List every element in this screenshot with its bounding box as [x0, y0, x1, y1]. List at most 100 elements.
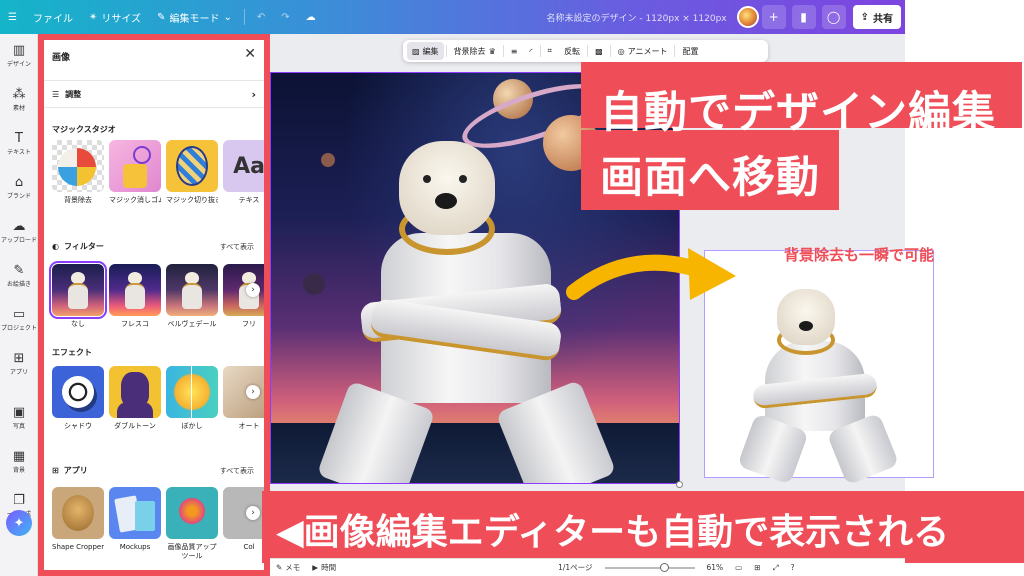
corner-icon: ◜ [529, 46, 533, 56]
bg-remove-tool[interactable]: 背景除去 [52, 140, 104, 205]
app-shape-cropper[interactable]: Shape Cropper [52, 487, 104, 561]
insights-button[interactable]: ▮ [791, 5, 816, 29]
bear-nose [435, 193, 457, 209]
chevron-down-icon: ⌄ [223, 11, 232, 23]
rail-item-background[interactable]: ▦ 背景 [0, 440, 38, 484]
flip-button[interactable]: 反転 [559, 42, 585, 60]
help-icon: ? [790, 563, 795, 572]
effect-duotone[interactable]: ダブルトーン [109, 366, 161, 431]
effect-label: シャドウ [64, 422, 92, 430]
chevron-right-icon: › [251, 87, 256, 101]
magic-assistant-button[interactable]: ✦ [6, 510, 32, 536]
effects-title: エフェクト [52, 348, 92, 357]
file-menu[interactable]: ファイル [25, 0, 81, 34]
filters-row: なし フレスコ ベルヴェデール フリ [49, 261, 264, 329]
help-button[interactable]: ? [785, 563, 801, 572]
transparency-button[interactable]: ▩ [590, 42, 608, 60]
crop-button[interactable]: ⌗ [543, 42, 558, 60]
filter-4[interactable]: フリ [223, 264, 264, 329]
rail-item-elements[interactable]: ⁂ 素材 [0, 78, 38, 122]
batch-icon: ❐ [13, 493, 25, 508]
timer-button[interactable]: ▶ 時間 [306, 562, 342, 573]
effect-blur[interactable]: ぼかし [166, 366, 218, 431]
border-style-button[interactable]: ≡ [506, 42, 523, 60]
divider [674, 45, 676, 57]
app-label: 画像品質アップツール [167, 543, 217, 560]
flip-label: 反転 [564, 46, 581, 56]
filter-fresco[interactable]: フレスコ [109, 264, 161, 329]
animate-button[interactable]: ◎ アニメート [613, 42, 673, 60]
crown-icon: ♛ [488, 46, 496, 56]
grid-view-button[interactable]: ⊞ [748, 563, 766, 572]
rail-item-projects[interactable]: ▭ プロジェクト [0, 298, 38, 342]
tool-label: マジック消しゴム [109, 196, 161, 204]
zoom-level[interactable]: 61% [701, 563, 730, 572]
avatar[interactable] [736, 6, 759, 28]
fullscreen-icon: ⤢ [772, 562, 779, 572]
magic-text-tool[interactable]: Aa テキス [223, 140, 264, 205]
redo-button[interactable]: ↷ [273, 0, 297, 34]
share-button[interactable]: ⇪ 共有 [852, 5, 901, 29]
filters-see-all-link[interactable]: すべて表示 [220, 242, 254, 252]
brand-icon: ⌂ [14, 175, 24, 190]
timer-label: 時間 [321, 563, 337, 572]
undo-icon: ↶ [256, 11, 266, 23]
rail-item-photos[interactable]: ▣ 写真 [0, 396, 38, 440]
bg-remove-thumbnail [52, 140, 104, 192]
document-title[interactable]: 名称未設定のデザイン - 1120px × 1120px [546, 11, 736, 24]
rail-item-apps[interactable]: ⊞ アプリ [0, 342, 38, 386]
magic-eraser-tool[interactable]: マジック消しゴム [109, 140, 161, 205]
effects-scroll-right[interactable]: › [246, 385, 260, 399]
rail-item-text[interactable]: T テキスト [0, 122, 38, 166]
upload-icon: ⇪ [860, 11, 869, 23]
image-icon: ▨ [412, 46, 420, 56]
position-button[interactable]: 配置 [677, 42, 703, 60]
tool-label: マジック切り抜き [166, 196, 218, 204]
upload-icon: ☁ [12, 219, 26, 234]
comments-button[interactable]: ◯ [821, 5, 846, 29]
resize-handle[interactable] [676, 481, 683, 488]
pages-view-button[interactable]: ▭ [729, 563, 748, 572]
resize-button[interactable]: ✴ リサイズ [81, 0, 149, 34]
app-mockups[interactable]: Mockups [109, 487, 161, 561]
apps-icon: ⊞ [13, 351, 25, 366]
app-label: Shape Cropper [52, 543, 104, 551]
adjust-row[interactable]: ☰ 調整 › [44, 80, 264, 108]
file-label: ファイル [32, 13, 73, 25]
filter-none[interactable]: なし [49, 261, 107, 329]
filters-scroll-right[interactable]: › [246, 283, 260, 297]
notes-label: メモ [285, 563, 301, 572]
apps-scroll-right[interactable]: › [246, 506, 260, 520]
menu-button[interactable]: ☰ [0, 0, 25, 34]
effects-row: シャドウ ダブルトーン ぼかし オート [52, 366, 264, 431]
magic-grab-tool[interactable]: マジック切り抜き [166, 140, 218, 205]
page-indicator[interactable]: 1/1ページ [552, 562, 598, 573]
edit-mode-dropdown[interactable]: ✎ 編集モード ⌄ [149, 0, 240, 34]
close-panel-button[interactable]: ✕ [244, 46, 256, 62]
app-image-upscaler[interactable]: 画像品質アップツール [166, 487, 218, 561]
zoom-slider-knob[interactable] [659, 562, 669, 572]
bear-head [777, 289, 835, 345]
chevron-right-icon: › [251, 387, 255, 397]
bg-remove-label: 背景除去 [453, 46, 486, 56]
rail-item-brand[interactable]: ⌂ ブランド [0, 166, 38, 210]
notes-button[interactable]: ✎ メモ [270, 562, 306, 573]
rail-item-upload[interactable]: ☁ アップロード [0, 210, 38, 254]
rail-item-layout[interactable]: ▥ デザイン [0, 34, 38, 78]
effect-shadow[interactable]: シャドウ [52, 366, 104, 431]
apps-see-all-link[interactable]: すべて表示 [220, 466, 254, 476]
divider [243, 9, 245, 25]
corner-rounding-button[interactable]: ◜ [524, 42, 537, 60]
effect-auto-focus[interactable]: オート [223, 366, 264, 431]
rail-item-draw[interactable]: ✎ お絵描き [0, 254, 38, 298]
undo-button[interactable]: ↶ [249, 0, 273, 34]
bg-remove-button[interactable]: 背景除去 ♛ [449, 42, 501, 60]
hamburger-icon: ☰ [8, 11, 17, 23]
add-collaborator-button[interactable]: + [761, 5, 786, 29]
fullscreen-button[interactable]: ⤢ [767, 563, 785, 573]
zoom-slider[interactable] [604, 562, 695, 572]
edit-image-button[interactable]: ▨ 編集 [407, 42, 444, 60]
save-status[interactable]: ☁ [298, 0, 324, 34]
filter-belvedere[interactable]: ベルヴェデール [166, 264, 218, 329]
animate-icon: ◎ [617, 46, 625, 56]
